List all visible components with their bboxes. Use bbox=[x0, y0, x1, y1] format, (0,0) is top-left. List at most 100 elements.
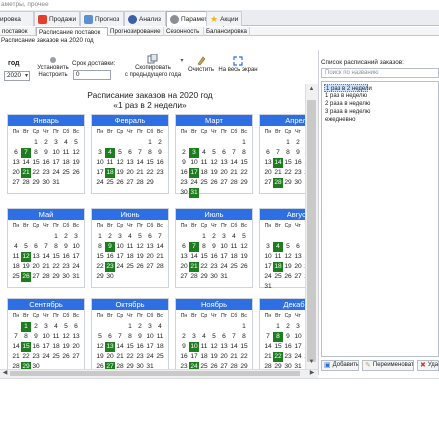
day-cell[interactable]: 13 bbox=[11, 158, 21, 168]
day-cell[interactable]: 21 bbox=[263, 352, 273, 362]
day-cell[interactable]: 24 bbox=[293, 352, 303, 362]
tab-promotions[interactable]: ★ Акции bbox=[206, 11, 242, 26]
day-cell[interactable]: 27 bbox=[71, 352, 81, 362]
day-cell[interactable]: 25 bbox=[273, 272, 283, 282]
day-cell[interactable]: 27 bbox=[145, 262, 155, 272]
day-cell[interactable]: 14 bbox=[135, 158, 145, 168]
day-cell[interactable]: 19 bbox=[135, 252, 145, 262]
day-cell[interactable]: 1 bbox=[273, 322, 283, 332]
day-cell[interactable]: 2 bbox=[105, 232, 115, 242]
day-cell[interactable]: 16 bbox=[31, 342, 41, 352]
day-cell[interactable]: 26 bbox=[209, 178, 219, 188]
scroll-down-icon[interactable]: ▼ bbox=[306, 359, 317, 369]
day-cell[interactable]: 2 bbox=[179, 148, 189, 158]
day-cell[interactable]: 9 bbox=[31, 332, 41, 342]
day-cell[interactable]: 19 bbox=[61, 342, 71, 352]
delete-schedule-button[interactable]: ✖Удал bbox=[417, 360, 439, 371]
day-cell[interactable]: 5 bbox=[61, 322, 71, 332]
day-cell[interactable]: 3 bbox=[71, 232, 81, 242]
day-cell[interactable]: 2 bbox=[209, 232, 219, 242]
day-cell[interactable]: 27 bbox=[179, 272, 189, 282]
day-cell[interactable]: 6 bbox=[219, 148, 229, 158]
day-cell[interactable]: 8 bbox=[239, 332, 249, 342]
list-item[interactable]: ежедневно bbox=[324, 116, 355, 124]
day-cell[interactable]: 13 bbox=[179, 252, 189, 262]
day-cell[interactable]: 7 bbox=[155, 232, 165, 242]
day-cell[interactable]: 25 bbox=[125, 262, 135, 272]
day-cell[interactable]: 31 bbox=[51, 178, 61, 188]
schedule-list[interactable]: 1 раз в 2 недели 1 раз в неделю 2 раза в… bbox=[321, 81, 439, 357]
day-cell[interactable]: 8 bbox=[199, 242, 209, 252]
day-cell[interactable]: 16 bbox=[41, 158, 51, 168]
day-cell[interactable]: 19 bbox=[115, 168, 125, 178]
day-cell[interactable]: 1 bbox=[199, 232, 209, 242]
day-cell[interactable]: 28 bbox=[21, 178, 31, 188]
list-item[interactable]: 2 раза в неделю bbox=[324, 100, 370, 108]
day-cell[interactable]: 2 bbox=[155, 138, 165, 148]
day-cell[interactable]: 2 bbox=[61, 232, 71, 242]
day-cell[interactable]: 16 bbox=[135, 342, 145, 352]
day-cell[interactable]: 4 bbox=[61, 138, 71, 148]
add-schedule-button[interactable]: ▣ Добавить bbox=[321, 360, 359, 371]
day-cell[interactable]: 3 bbox=[145, 322, 155, 332]
day-cell[interactable]: 18 bbox=[155, 342, 165, 352]
day-cell[interactable]: 3 bbox=[41, 322, 51, 332]
day-cell[interactable]: 5 bbox=[21, 242, 31, 252]
order-day-cell[interactable]: 4 bbox=[273, 242, 283, 252]
day-cell[interactable]: 23 bbox=[61, 262, 71, 272]
day-cell[interactable]: 21 bbox=[41, 262, 51, 272]
day-cell[interactable]: 26 bbox=[71, 168, 81, 178]
day-cell[interactable]: 21 bbox=[11, 352, 21, 362]
day-cell[interactable]: 16 bbox=[105, 252, 115, 262]
day-cell[interactable]: 24 bbox=[189, 178, 199, 188]
day-cell[interactable]: 7 bbox=[11, 332, 21, 342]
day-cell[interactable]: 16 bbox=[155, 158, 165, 168]
day-cell[interactable]: 18 bbox=[11, 262, 21, 272]
day-cell[interactable]: 29 bbox=[51, 272, 61, 282]
day-cell[interactable]: 16 bbox=[293, 158, 303, 168]
day-cell[interactable]: 8 bbox=[31, 148, 41, 158]
day-cell[interactable]: 19 bbox=[283, 262, 293, 272]
day-cell[interactable]: 29 bbox=[239, 178, 249, 188]
year-select[interactable]: 2020 bbox=[4, 71, 30, 81]
day-cell[interactable]: 21 bbox=[229, 352, 239, 362]
order-day-cell[interactable]: 21 bbox=[21, 168, 31, 178]
day-cell[interactable]: 24 bbox=[219, 262, 229, 272]
tab-analysis[interactable]: Анализ bbox=[124, 11, 166, 26]
day-cell[interactable]: 10 bbox=[145, 332, 155, 342]
day-cell[interactable]: 10 bbox=[219, 242, 229, 252]
day-cell[interactable]: 11 bbox=[199, 158, 209, 168]
day-cell[interactable]: 21 bbox=[229, 168, 239, 178]
day-cell[interactable]: 6 bbox=[71, 322, 81, 332]
order-day-cell[interactable]: 22 bbox=[273, 352, 283, 362]
order-day-cell[interactable]: 28 bbox=[273, 178, 283, 188]
day-cell[interactable]: 2 bbox=[31, 322, 41, 332]
day-cell[interactable]: 29 bbox=[283, 178, 293, 188]
day-cell[interactable]: 14 bbox=[229, 158, 239, 168]
day-cell[interactable]: 6 bbox=[293, 242, 303, 252]
day-cell[interactable]: 14 bbox=[11, 342, 21, 352]
day-cell[interactable]: 17 bbox=[293, 342, 303, 352]
day-cell[interactable]: 14 bbox=[41, 252, 51, 262]
day-cell[interactable]: 11 bbox=[51, 332, 61, 342]
day-cell[interactable]: 8 bbox=[21, 332, 31, 342]
day-cell[interactable]: 15 bbox=[125, 342, 135, 352]
day-cell[interactable]: 19 bbox=[209, 168, 219, 178]
day-cell[interactable]: 23 bbox=[293, 168, 303, 178]
day-cell[interactable]: 20 bbox=[293, 262, 303, 272]
day-cell[interactable]: 12 bbox=[95, 342, 105, 352]
day-cell[interactable]: 15 bbox=[239, 158, 249, 168]
order-day-cell[interactable]: 31 bbox=[189, 188, 199, 198]
day-cell[interactable]: 20 bbox=[145, 252, 155, 262]
day-cell[interactable]: 25 bbox=[61, 168, 71, 178]
day-cell[interactable]: 20 bbox=[105, 352, 115, 362]
day-cell[interactable]: 9 bbox=[179, 342, 189, 352]
tab-forecast[interactable]: Прогноз bbox=[80, 11, 124, 26]
day-cell[interactable]: 28 bbox=[189, 272, 199, 282]
day-cell[interactable]: 22 bbox=[283, 168, 293, 178]
day-cell[interactable]: 3 bbox=[293, 322, 303, 332]
day-cell[interactable]: 9 bbox=[293, 148, 303, 158]
day-cell[interactable]: 25 bbox=[105, 178, 115, 188]
day-cell[interactable]: 8 bbox=[239, 148, 249, 158]
day-cell[interactable]: 2 bbox=[293, 138, 303, 148]
